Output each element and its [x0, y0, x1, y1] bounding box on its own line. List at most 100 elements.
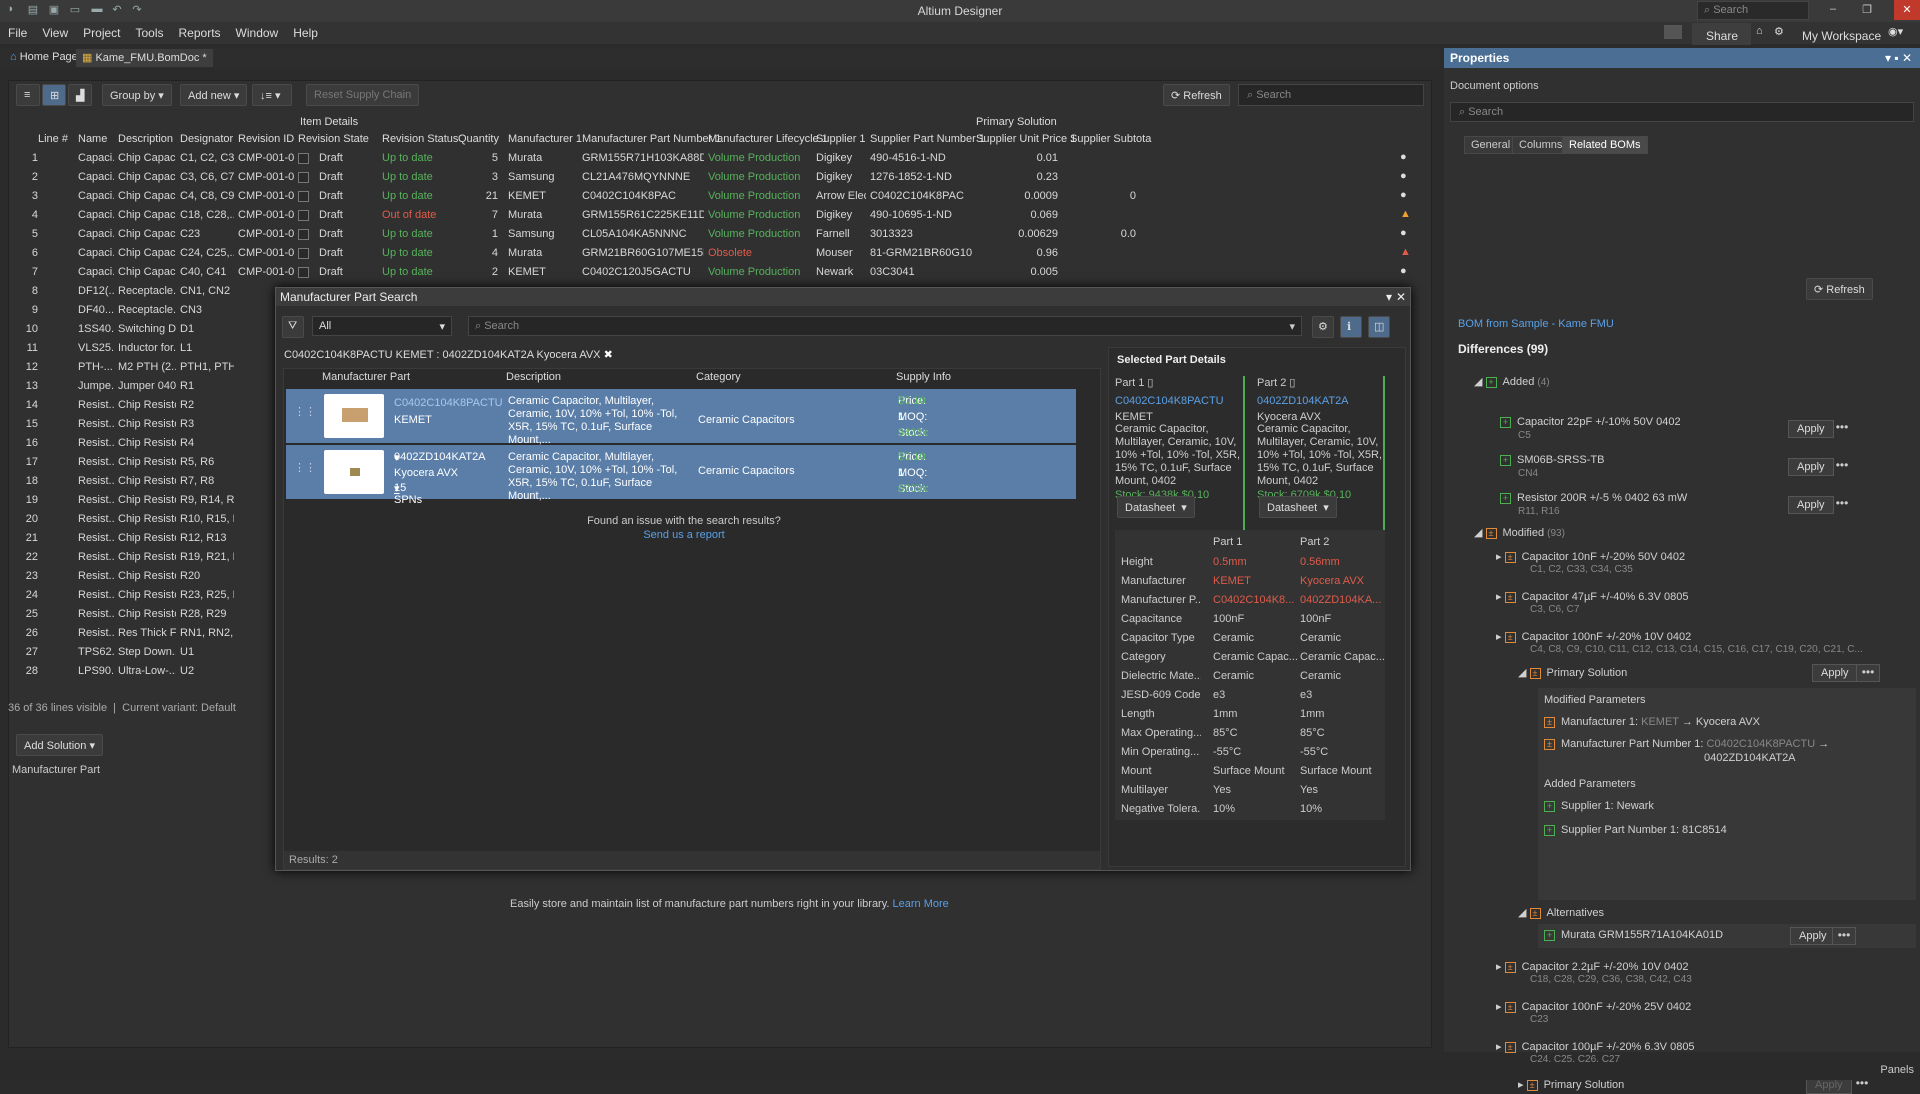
dropdown-icon[interactable]: ▾: [1386, 290, 1392, 304]
close-window-icon[interactable]: ✕: [1894, 0, 1920, 20]
warning-icon[interactable]: ▲: [1400, 208, 1411, 220]
result-row-2[interactable]: ⋮⋮ 0402ZD104KAT2A ▾ Kyocera AVX 15 SPNs …: [286, 445, 1076, 506]
primary-apply-button[interactable]: Apply: [1812, 664, 1858, 682]
props-refresh-button[interactable]: ⟳ Refresh: [1806, 278, 1873, 300]
reset-supply-chain-button[interactable]: Reset Supply Chain: [306, 84, 420, 106]
list-view-icon[interactable]: ≡: [16, 84, 40, 106]
part1-mpn[interactable]: C0402C104K8PACTU: [1115, 395, 1243, 407]
modified-item[interactable]: ▸ ± Capacitor 10nF +/-20% 50V 0402: [1496, 550, 1685, 563]
category-select[interactable]: All ▾: [312, 316, 452, 336]
checkbox-icon[interactable]: [298, 266, 309, 278]
added-item[interactable]: + Resistor 200R +/-5 % 0402 63 mW: [1500, 492, 1687, 504]
info-icon[interactable]: ●: [1400, 170, 1407, 182]
table-row[interactable]: 7 Capaci... Chip Capaci... C40, C41 CMP-001-…: [8, 263, 1432, 282]
added-more-button[interactable]: •••: [1830, 458, 1854, 476]
tab-bomdoc[interactable]: ▦ Kame_FMU.BomDoc *: [76, 49, 213, 67]
primary-more-button[interactable]: •••: [1856, 664, 1880, 682]
added-more-button[interactable]: •••: [1830, 420, 1854, 438]
panels-button[interactable]: Panels: [1880, 1064, 1914, 1076]
table-row[interactable]: 2 Capaci... Chip Capaci... C3, C6, C7 CMP-00…: [8, 168, 1432, 187]
modified-item[interactable]: ▸ ± Capacitor 100µF +/-20% 6.3V 0805: [1496, 1040, 1695, 1053]
menu-reports[interactable]: Reports: [171, 22, 228, 40]
info-icon[interactable]: ℹ: [1340, 316, 1362, 338]
tab-columns[interactable]: Columns: [1512, 136, 1570, 154]
grid-header[interactable]: Revision ID: [238, 133, 294, 149]
part-search-input[interactable]: ⌕ Search ▾: [468, 316, 1302, 336]
home-icon[interactable]: ⌂: [1754, 22, 1765, 40]
user-icon[interactable]: ◉▾: [1886, 22, 1905, 41]
modified-item[interactable]: ▸ ± Capacitor 47µF +/-40% 6.3V 0805: [1496, 590, 1688, 603]
table-row[interactable]: 3 Capaci... Chip Capaci... C4, C8, C9,... CM…: [8, 187, 1432, 206]
expand-icon[interactable]: ▸: [1496, 591, 1505, 603]
expand-icon[interactable]: ▸: [1496, 1041, 1505, 1053]
chart-view-icon[interactable]: ▟: [68, 84, 92, 106]
checkbox-icon[interactable]: [298, 171, 309, 183]
grid-header[interactable]: Line #: [38, 133, 68, 149]
chat-icon[interactable]: [1664, 25, 1682, 39]
grid-header[interactable]: Manufacturer Lifecycle 1: [708, 133, 828, 149]
alt-more-button[interactable]: •••: [1832, 927, 1856, 945]
added-apply-button[interactable]: Apply: [1788, 420, 1834, 438]
table-row[interactable]: 6 Capaci... Chip Capaci... C24, C25,... CMP-…: [8, 244, 1432, 263]
related-bom-link[interactable]: BOM from Sample - Kame FMU: [1458, 318, 1614, 330]
table-row[interactable]: 4 Capaci... Chip Capaci... C18, C28,... CMP-…: [8, 206, 1432, 225]
panel-controls-icon[interactable]: ▾ ▪ ✕: [1885, 51, 1912, 65]
bom-search-input[interactable]: ⌕ Search: [1238, 84, 1424, 106]
grid-header[interactable]: Manufacturer Part Number 1: [582, 133, 721, 149]
drag-handle-icon[interactable]: ⋮⋮: [294, 405, 316, 418]
tab-home-page[interactable]: ⌂ Home Page: [4, 49, 84, 67]
checkbox-icon[interactable]: [298, 152, 309, 164]
minimize-icon[interactable]: –: [1826, 3, 1840, 17]
group-by-button[interactable]: Group by ▾: [102, 84, 172, 106]
part-mpn[interactable]: 0402ZD104KAT2A ▾: [394, 451, 486, 464]
menu-help[interactable]: Help: [285, 22, 325, 40]
split-view-icon[interactable]: ◫: [1368, 316, 1390, 338]
clear-query-icon[interactable]: ✖: [604, 349, 613, 361]
part-mpn-link[interactable]: C0402C104K8PACTU: [394, 397, 503, 409]
add-new-button[interactable]: Add new ▾: [180, 84, 248, 106]
spns-link[interactable]: 15 SPNs ▾: [394, 482, 422, 506]
modified-item[interactable]: ▸ ± Capacitor 100nF +/-20% 10V 0402: [1496, 630, 1691, 643]
settings-icon[interactable]: ⚙: [1312, 316, 1334, 338]
grid-header[interactable]: Description: [118, 133, 173, 149]
menu-project[interactable]: Project: [75, 22, 127, 40]
modified-group[interactable]: ◢ ± Modified (93): [1474, 526, 1565, 539]
menu-window[interactable]: Window: [228, 22, 286, 40]
alternatives-node[interactable]: ◢ ± Alternatives: [1518, 906, 1604, 919]
grid-header[interactable]: Supplier 1: [816, 133, 866, 149]
modified-item[interactable]: ▸ ± Capacitor 100nF +/-20% 25V 0402: [1496, 1000, 1691, 1013]
info-icon[interactable]: ●: [1400, 227, 1407, 239]
sort-button[interactable]: ↓≡ ▾: [252, 84, 292, 106]
grid-header[interactable]: Name: [78, 133, 107, 149]
part2-mpn[interactable]: 0402ZD104KAT2A: [1257, 395, 1383, 407]
grid-header[interactable]: Revision Status: [382, 133, 458, 149]
tab-related-boms[interactable]: Related BOMs: [1562, 136, 1648, 154]
grid-header[interactable]: Supplier Subtota: [1070, 133, 1151, 149]
grid-header[interactable]: Designator: [180, 133, 233, 149]
expand-icon[interactable]: ▸: [1496, 631, 1505, 643]
menu-tools[interactable]: Tools: [128, 22, 171, 40]
checkbox-icon[interactable]: [298, 190, 309, 202]
info-icon[interactable]: ●: [1400, 151, 1407, 163]
checkbox-icon[interactable]: [298, 209, 309, 221]
checkbox-icon[interactable]: [298, 247, 309, 259]
grid-header[interactable]: Manufacturer 1: [508, 133, 582, 149]
added-group[interactable]: ◢ + Added (4): [1474, 375, 1550, 388]
expand-icon[interactable]: ▸: [1496, 1001, 1505, 1013]
filter-icon[interactable]: ⛛: [282, 316, 304, 338]
restore-icon[interactable]: ❐: [1860, 3, 1874, 17]
refresh-button[interactable]: ⟳ Refresh: [1163, 84, 1230, 106]
global-search-input[interactable]: ⌕ Search: [1697, 1, 1809, 20]
info-icon[interactable]: ●: [1400, 265, 1407, 277]
grid-header[interactable]: Supplier Unit Price 1: [976, 133, 1076, 149]
error-icon[interactable]: ▲: [1400, 246, 1411, 258]
result-row-1[interactable]: ⋮⋮ C0402C104K8PACTU KEMET Ceramic Capaci…: [286, 389, 1076, 446]
added-more-button[interactable]: •••: [1830, 496, 1854, 514]
tab-general[interactable]: General: [1464, 136, 1518, 154]
table-row[interactable]: 1 Capaci... Chip Capaci... C1, C2, C3,... CM…: [8, 149, 1432, 168]
add-solution-button[interactable]: Add Solution ▾: [16, 734, 103, 756]
learn-more-link[interactable]: Learn More: [893, 898, 949, 910]
added-apply-button[interactable]: Apply: [1788, 458, 1834, 476]
grid-header[interactable]: Supplier Part Number 1: [870, 133, 985, 149]
added-item[interactable]: + Capacitor 22pF +/-10% 50V 0402: [1500, 416, 1681, 428]
